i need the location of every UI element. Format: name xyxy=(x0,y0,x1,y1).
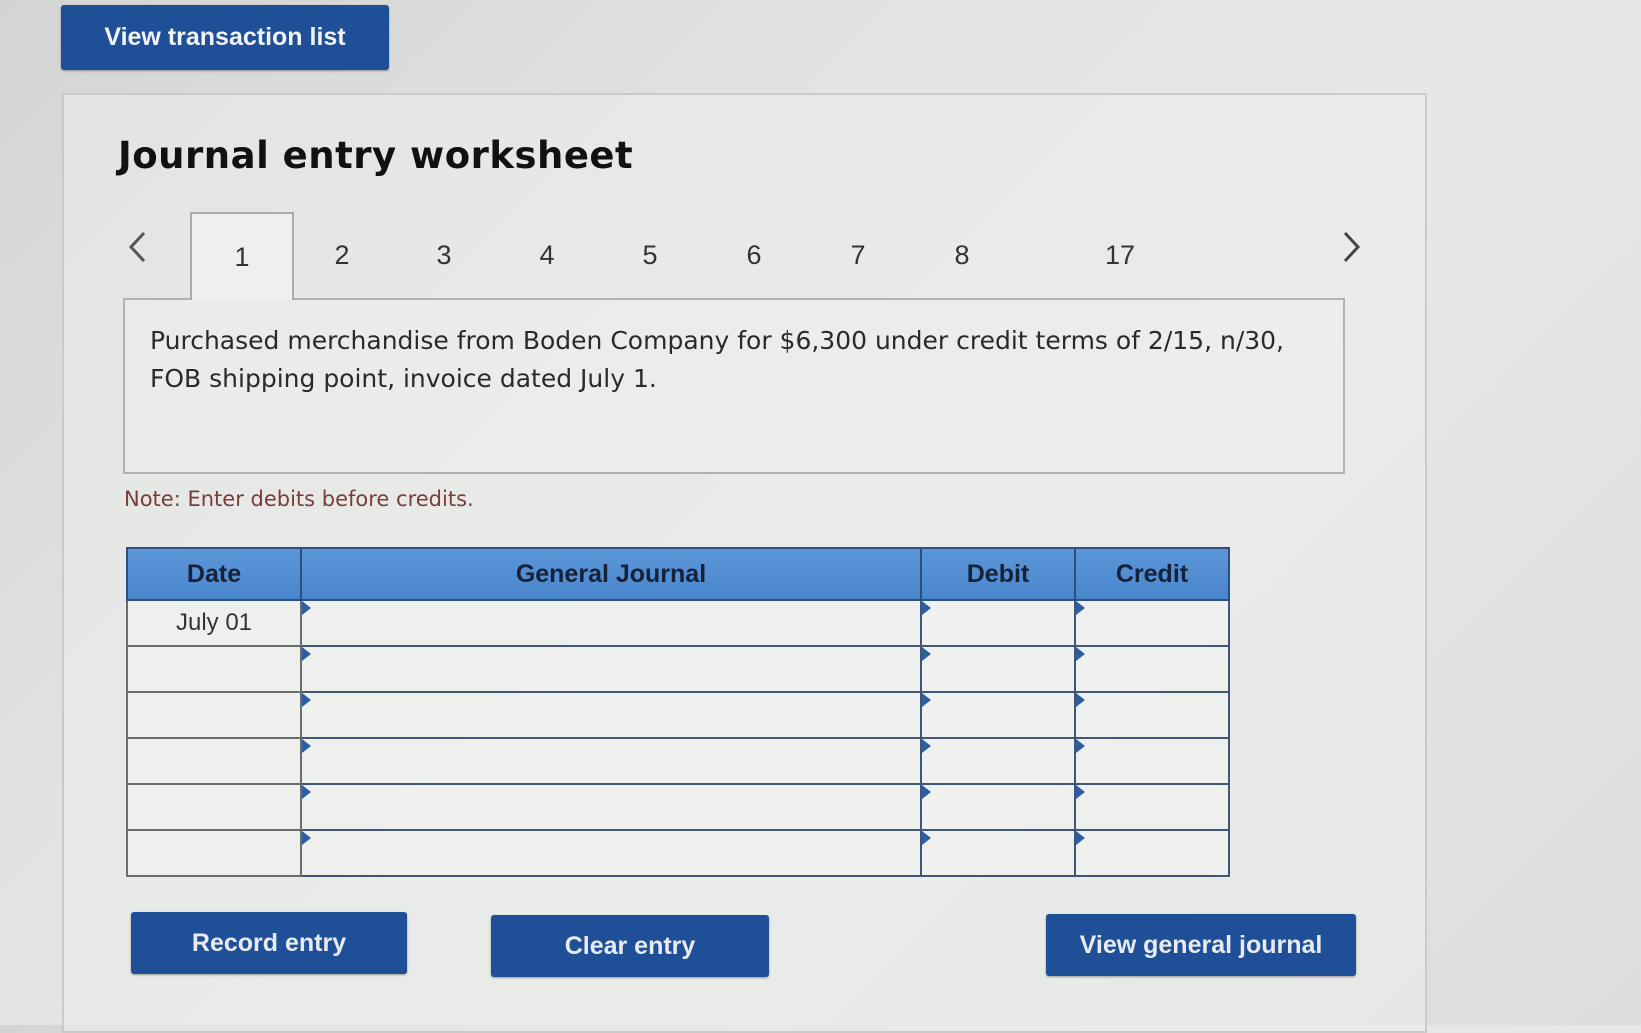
dropdown-marker-icon xyxy=(302,647,311,661)
account-input[interactable] xyxy=(300,645,922,693)
input-marker-icon xyxy=(1076,693,1085,707)
date-cell xyxy=(126,783,302,831)
credit-input[interactable] xyxy=(1074,599,1230,647)
tab-2[interactable]: 2 xyxy=(290,212,394,298)
column-header-date: Date xyxy=(126,547,302,601)
tab-7[interactable]: 7 xyxy=(806,212,910,298)
table-row xyxy=(126,691,1230,739)
input-marker-icon xyxy=(1076,601,1085,615)
column-header-general-journal: General Journal xyxy=(300,547,922,601)
tab-4[interactable]: 4 xyxy=(495,212,599,298)
debit-input[interactable] xyxy=(920,691,1076,739)
date-cell: July 01 xyxy=(126,599,302,647)
tab-17[interactable]: 17 xyxy=(1068,212,1172,298)
debit-input[interactable] xyxy=(920,599,1076,647)
input-marker-icon xyxy=(1076,831,1085,845)
dropdown-marker-icon xyxy=(302,601,311,615)
column-header-credit: Credit xyxy=(1074,547,1230,601)
chevron-left-icon[interactable] xyxy=(120,222,154,272)
input-marker-icon xyxy=(922,739,931,753)
chevron-right-icon[interactable] xyxy=(1335,222,1369,272)
account-input[interactable] xyxy=(300,691,922,739)
credit-input[interactable] xyxy=(1074,691,1230,739)
tab-1[interactable]: 1 xyxy=(190,212,294,300)
table-row xyxy=(126,645,1230,693)
transaction-description: Purchased merchandise from Boden Company… xyxy=(150,326,1284,393)
credit-input[interactable] xyxy=(1074,645,1230,693)
input-marker-icon xyxy=(1076,785,1085,799)
dropdown-marker-icon xyxy=(302,693,311,707)
date-cell xyxy=(126,691,302,739)
date-cell xyxy=(126,829,302,877)
view-transaction-list-button[interactable]: View transaction list xyxy=(61,5,389,70)
table-row xyxy=(126,783,1230,831)
account-input[interactable] xyxy=(300,737,922,785)
input-marker-icon xyxy=(922,693,931,707)
tab-3[interactable]: 3 xyxy=(392,212,496,298)
input-marker-icon xyxy=(922,785,931,799)
input-marker-icon xyxy=(922,601,931,615)
date-cell xyxy=(126,645,302,693)
view-general-journal-button[interactable]: View general journal xyxy=(1046,914,1356,976)
tab-5[interactable]: 5 xyxy=(598,212,702,298)
credit-input[interactable] xyxy=(1074,737,1230,785)
dropdown-marker-icon xyxy=(302,831,311,845)
table-row: July 01 xyxy=(126,599,1230,647)
input-marker-icon xyxy=(1076,647,1085,661)
account-input[interactable] xyxy=(300,829,922,877)
column-header-debit: Debit xyxy=(920,547,1076,601)
input-marker-icon xyxy=(922,831,931,845)
input-marker-icon xyxy=(922,647,931,661)
date-cell xyxy=(126,737,302,785)
debit-input[interactable] xyxy=(920,645,1076,693)
debit-input[interactable] xyxy=(920,737,1076,785)
entry-note: Note: Enter debits before credits. xyxy=(124,487,474,511)
debit-input[interactable] xyxy=(920,829,1076,877)
table-row xyxy=(126,737,1230,785)
credit-input[interactable] xyxy=(1074,783,1230,831)
account-input[interactable] xyxy=(300,599,922,647)
credit-input[interactable] xyxy=(1074,829,1230,877)
dropdown-marker-icon xyxy=(302,785,311,799)
clear-entry-button[interactable]: Clear entry xyxy=(491,915,769,977)
dropdown-marker-icon xyxy=(302,739,311,753)
record-entry-button[interactable]: Record entry xyxy=(131,912,407,974)
worksheet-title: Journal entry worksheet xyxy=(118,134,634,177)
table-row xyxy=(126,829,1230,877)
account-input[interactable] xyxy=(300,783,922,831)
journal-entry-table: Date General Journal Debit Credit July 0… xyxy=(126,547,1230,877)
input-marker-icon xyxy=(1076,739,1085,753)
debit-input[interactable] xyxy=(920,783,1076,831)
transaction-tabs: 1 2 3 4 5 6 7 8 17 xyxy=(120,212,1361,300)
tab-6[interactable]: 6 xyxy=(702,212,806,298)
tab-8[interactable]: 8 xyxy=(910,212,1014,298)
